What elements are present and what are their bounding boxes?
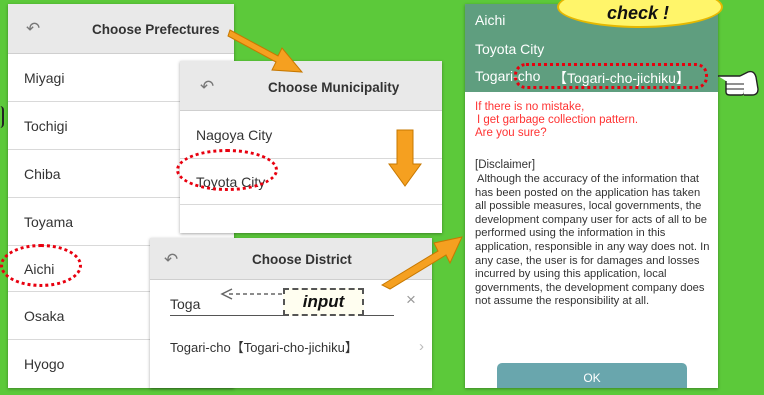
prefecture-label: Osaka [24, 307, 65, 324]
back-arrow-icon[interactable]: ↶ [200, 78, 214, 95]
prefecture-label: Hyogo [24, 356, 65, 372]
warning-line: If there is no mistake, [475, 101, 585, 113]
disclaimer-title: [Disclaimer] [475, 159, 536, 171]
municipality-header: ↶ Choose Municipality [180, 61, 442, 111]
pointing-hand-icon [718, 70, 759, 96]
ok-button[interactable]: OK [497, 363, 687, 388]
highlight-aichi [0, 244, 82, 287]
back-arrow-icon[interactable]: ↶ [164, 251, 178, 268]
warning-line: I get garbage collection pattern. [477, 114, 639, 126]
input-callout: input [283, 288, 364, 316]
district-title: Choose District [252, 252, 352, 267]
warning-line: Are you sure? [475, 127, 547, 139]
prefectures-header: ↶ Choose Prefectures [8, 4, 234, 54]
prefecture-label: Chiba [24, 165, 61, 182]
back-arrow-icon[interactable]: ↶ [26, 20, 40, 37]
disclaimer-text: Although the accuracy of the information… [475, 173, 710, 308]
highlight-district [514, 63, 708, 89]
confirm-prefecture: Aichi [475, 12, 506, 28]
check-label: check ! [607, 3, 670, 23]
prefecture-label: Tochigi [24, 117, 68, 134]
municipality-label: Nagoya City [196, 126, 273, 143]
warning-text: If there is no mistake, I get garbage co… [475, 101, 638, 140]
chevron-right-icon: › [419, 338, 424, 355]
arrow-down-municipality [388, 129, 422, 187]
district-label: Togari-cho【Togari-cho-jichiku】 [170, 339, 358, 355]
highlight-toyota [176, 149, 278, 191]
input-pointer-arrow [220, 288, 282, 300]
municipality-title: Choose Municipality [268, 80, 400, 95]
prefectures-title: Choose Prefectures [92, 22, 220, 37]
close-icon[interactable]: × [406, 290, 416, 310]
ok-label: OK [583, 371, 601, 385]
input-callout-label: input [302, 292, 345, 311]
district-item-togari-cho[interactable]: Togari-cho【Togari-cho-jichiku】 › [150, 326, 432, 366]
prefecture-label: Toyama [24, 213, 74, 230]
tutorial-canvas: { "prefectures": { "title": "Choose Pref… [0, 0, 764, 395]
confirm-city: Toyota City [475, 41, 545, 57]
confirm-dialog: Aichi Toyota City Togari-cho 【Togari-cho… [465, 4, 718, 388]
edge-mark [0, 106, 4, 128]
search-value: Toga [170, 296, 201, 312]
arrow-to-municipality [227, 29, 304, 73]
prefecture-label: Miyagi [24, 69, 65, 86]
arrow-to-confirm [380, 236, 463, 290]
